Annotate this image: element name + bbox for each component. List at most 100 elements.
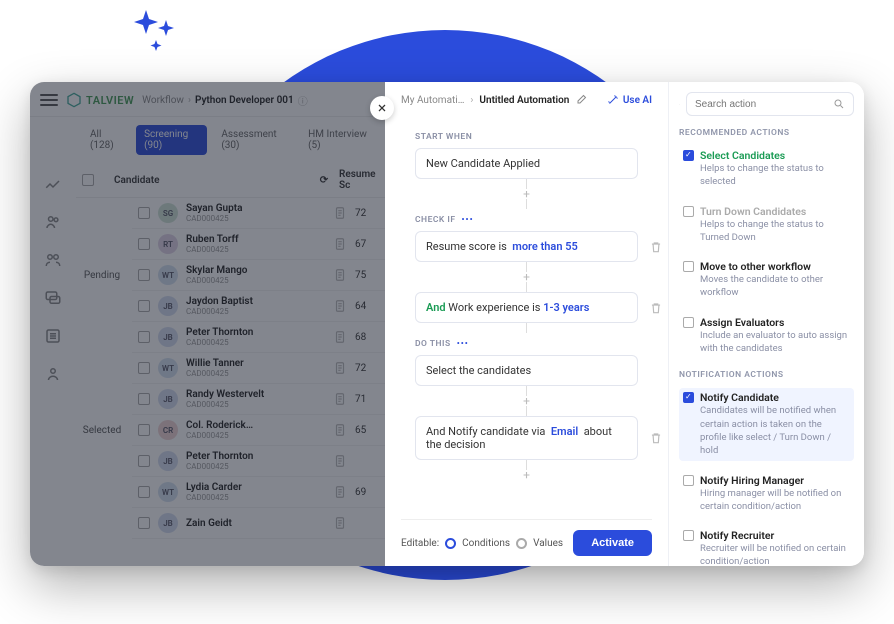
candidate-row[interactable]: JBPeter ThorntonCAD000425 bbox=[132, 446, 385, 477]
row-checkbox[interactable] bbox=[138, 517, 150, 529]
candidate-name: Jaydon Baptist bbox=[186, 296, 325, 307]
action-item[interactable]: Select CandidatesHelps to change the sta… bbox=[679, 146, 854, 192]
avatar: JB bbox=[158, 296, 178, 316]
search-action-input[interactable] bbox=[686, 92, 854, 116]
candidate-row[interactable]: WTWillie TannerCAD00042572 bbox=[132, 353, 385, 384]
document-icon[interactable] bbox=[333, 206, 347, 220]
row-checkbox[interactable] bbox=[138, 331, 150, 343]
row-checkbox[interactable] bbox=[138, 300, 150, 312]
delete-icon[interactable] bbox=[649, 240, 663, 254]
notification-actions-heading: NOTIFICATION ACTIONS bbox=[679, 370, 854, 380]
row-checkbox[interactable] bbox=[138, 238, 150, 250]
delete-icon[interactable] bbox=[649, 431, 663, 445]
tab-interview[interactable]: HM Interview (5) bbox=[300, 125, 379, 155]
tab-screening[interactable]: Screening (90) bbox=[136, 125, 207, 155]
row-checkbox[interactable] bbox=[138, 486, 150, 498]
action-checkbox[interactable] bbox=[683, 530, 694, 541]
action-item[interactable]: Assign EvaluatorsInclude an evaluator to… bbox=[679, 313, 854, 359]
avatar: JB bbox=[158, 513, 178, 533]
candidate-row[interactable]: JBJaydon BaptistCAD00042564 bbox=[132, 291, 385, 322]
row-checkbox[interactable] bbox=[138, 455, 150, 467]
users-icon[interactable] bbox=[44, 213, 62, 231]
candidate-row[interactable]: SelectedCRCol. Roderick…CAD00042565 bbox=[132, 415, 385, 446]
candidate-row[interactable]: RTRuben TorffCAD00042567 bbox=[132, 229, 385, 260]
document-icon[interactable] bbox=[333, 330, 347, 344]
action-item[interactable]: Notify RecruiterRecruiter will be notifi… bbox=[679, 526, 854, 566]
document-icon[interactable] bbox=[333, 454, 347, 468]
document-icon[interactable] bbox=[333, 237, 347, 251]
action-title: Notify Hiring Manager bbox=[700, 474, 804, 487]
trigger-block[interactable]: New Candidate Applied bbox=[415, 148, 638, 179]
resume-score: 64 bbox=[355, 301, 379, 312]
document-icon[interactable] bbox=[333, 516, 347, 530]
candidate-name: Willie Tanner bbox=[186, 358, 325, 369]
candidate-row[interactable]: JBRandy WesterveltCAD00042571 bbox=[132, 384, 385, 415]
action-checkbox[interactable] bbox=[683, 150, 694, 161]
candidate-id: CAD000425 bbox=[186, 400, 325, 409]
row-checkbox[interactable] bbox=[138, 362, 150, 374]
automation-breadcrumb: My Automati… › Untitled Automation bbox=[401, 94, 587, 106]
action-description: Include an evaluator to auto assign with… bbox=[700, 329, 850, 356]
actions-panel: RECOMMENDED ACTIONS Select CandidatesHel… bbox=[668, 82, 864, 566]
delete-icon[interactable] bbox=[649, 301, 663, 315]
select-all-checkbox[interactable] bbox=[82, 174, 94, 186]
close-button[interactable] bbox=[370, 96, 394, 120]
menu-icon[interactable] bbox=[40, 94, 58, 106]
chat-icon[interactable] bbox=[44, 289, 62, 307]
avatar: JB bbox=[158, 389, 178, 409]
radio-values[interactable] bbox=[516, 538, 527, 549]
action-description: Helps to change the status to selected bbox=[700, 162, 850, 189]
row-checkbox[interactable] bbox=[138, 269, 150, 281]
activate-button[interactable]: Activate bbox=[573, 530, 652, 556]
editable-toggle: Editable: Conditions Values bbox=[401, 538, 563, 549]
resume-score: 69 bbox=[355, 487, 379, 498]
condition-block-1[interactable]: Resume score is more than 55 bbox=[415, 231, 638, 262]
candidate-row[interactable]: JBPeter ThorntonCAD00042568 bbox=[132, 322, 385, 353]
tab-assessment[interactable]: Assessment (30) bbox=[213, 125, 294, 155]
document-icon[interactable] bbox=[333, 485, 347, 499]
avatar: CR bbox=[158, 420, 178, 440]
action-block-1[interactable]: Select the candidates bbox=[415, 355, 638, 386]
document-icon[interactable] bbox=[333, 361, 347, 375]
use-ai-button[interactable]: Use AI bbox=[607, 94, 652, 106]
document-icon[interactable] bbox=[333, 299, 347, 313]
action-checkbox[interactable] bbox=[683, 206, 694, 217]
edit-icon[interactable] bbox=[575, 94, 587, 106]
resume-score: 75 bbox=[355, 270, 379, 281]
document-icon[interactable] bbox=[333, 423, 347, 437]
action-title: Turn Down Candidates bbox=[700, 205, 806, 218]
action-item[interactable]: Notify CandidateCandidates will be notif… bbox=[679, 388, 854, 460]
search-icon bbox=[833, 98, 845, 110]
row-checkbox[interactable] bbox=[138, 207, 150, 219]
action-block-2[interactable]: And Notify candidate via Email about the… bbox=[415, 416, 638, 460]
action-checkbox[interactable] bbox=[683, 317, 694, 328]
tab-all[interactable]: All (128) bbox=[82, 125, 130, 155]
expand-icon[interactable] bbox=[679, 104, 680, 105]
action-checkbox[interactable] bbox=[683, 392, 694, 403]
action-item[interactable]: Turn Down CandidatesHelps to change the … bbox=[679, 202, 854, 248]
action-title: Assign Evaluators bbox=[700, 316, 784, 329]
row-checkbox[interactable] bbox=[138, 393, 150, 405]
row-checkbox[interactable] bbox=[138, 424, 150, 436]
action-checkbox[interactable] bbox=[683, 475, 694, 486]
action-checkbox[interactable] bbox=[683, 261, 694, 272]
analytics-icon[interactable] bbox=[44, 175, 62, 193]
condition-block-2[interactable]: And Work experience is 1-3 years bbox=[415, 292, 638, 323]
candidate-id: CAD000425 bbox=[186, 214, 325, 223]
action-item[interactable]: Move to other workflowMoves the candidat… bbox=[679, 257, 854, 303]
document-icon[interactable] bbox=[333, 392, 347, 406]
list-icon[interactable] bbox=[44, 327, 62, 345]
person-icon[interactable] bbox=[44, 365, 62, 383]
team-icon[interactable] bbox=[44, 251, 62, 269]
candidate-name: Ruben Torff bbox=[186, 234, 325, 245]
candidate-row[interactable]: SGSayan GuptaCAD00042572 bbox=[132, 198, 385, 229]
avatar: SG bbox=[158, 203, 178, 223]
candidate-id: CAD000425 bbox=[186, 338, 325, 347]
action-item[interactable]: Notify Hiring ManagerHiring manager will… bbox=[679, 471, 854, 517]
candidate-row[interactable]: WTLydia CarderCAD00042569 bbox=[132, 477, 385, 508]
candidate-row[interactable]: JBZain Geidt bbox=[132, 508, 385, 539]
candidate-row[interactable]: PendingWTSkylar MangoCAD00042575 bbox=[132, 260, 385, 291]
radio-conditions[interactable] bbox=[445, 538, 456, 549]
candidate-name: Randy Westervelt bbox=[186, 389, 325, 400]
document-icon[interactable] bbox=[333, 268, 347, 282]
